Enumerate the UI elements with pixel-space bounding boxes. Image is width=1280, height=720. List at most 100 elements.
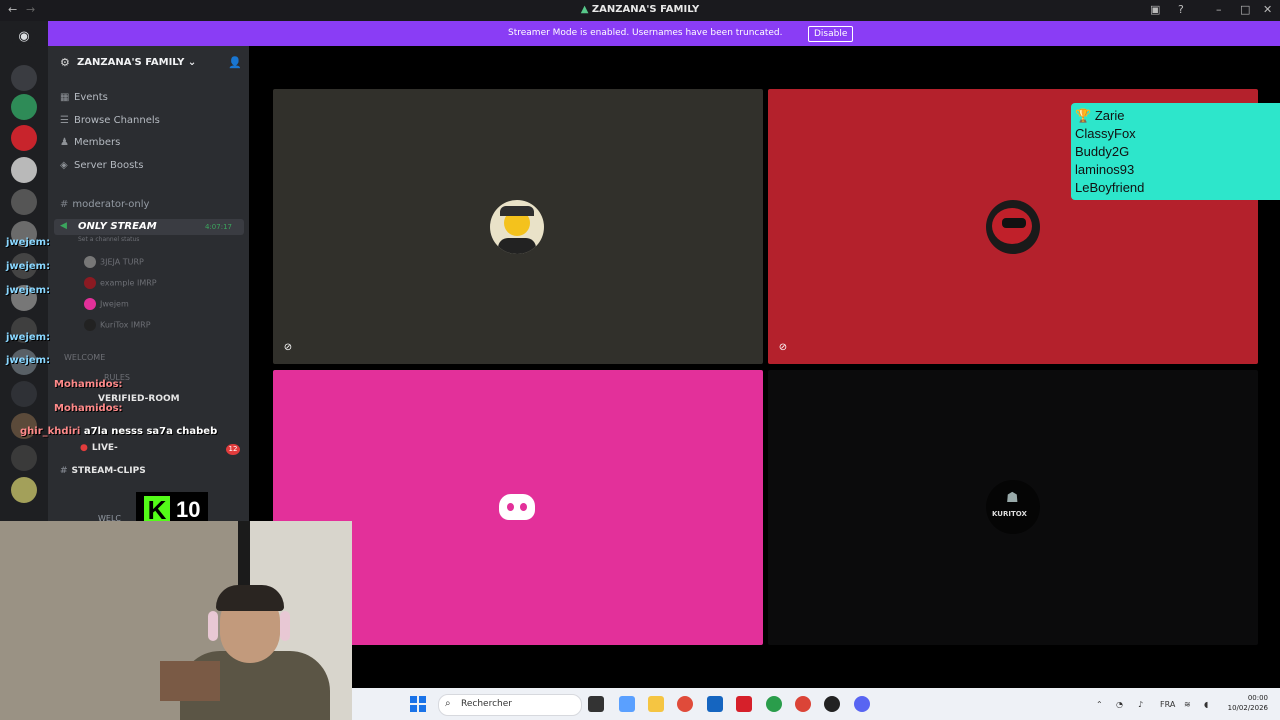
search-placeholder: Rechercher xyxy=(461,699,512,709)
close-window-icon[interactable]: ✕ xyxy=(1263,3,1272,16)
windows-start-icon[interactable] xyxy=(410,696,426,712)
maximize-icon[interactable]: □ xyxy=(1240,3,1250,16)
server-icon-13[interactable] xyxy=(11,445,37,471)
voice-channel-stream[interactable]: ◀ ONLY STREAM 4:07:17 xyxy=(54,219,244,235)
discord-home-icon[interactable]: ◉ xyxy=(12,29,36,47)
live-dot-icon: ● xyxy=(80,443,88,453)
webcam-feed xyxy=(0,521,352,720)
obs-icon[interactable] xyxy=(824,696,840,712)
voice-user[interactable]: example IMRP xyxy=(84,277,157,289)
avatar xyxy=(490,200,544,254)
chrome-profile-icon[interactable] xyxy=(766,696,782,712)
channel-live[interactable]: ● LIVE- xyxy=(80,443,118,453)
channel-label: moderator-only xyxy=(72,199,150,210)
chat-author: ghir_khdiri xyxy=(20,426,81,437)
chat-message: ghir_khdiri a7la nesss sa7a chabeb xyxy=(20,426,217,437)
category-label: WELCOME xyxy=(64,353,106,362)
chat-text: a7la nesss sa7a chabeb xyxy=(83,426,218,437)
taskbar-search[interactable]: ⌕ Rechercher xyxy=(438,694,582,716)
channel-status[interactable]: Set a channel status xyxy=(78,236,139,243)
deafened-icon: ⊘ xyxy=(778,342,788,353)
voice-user-tag: IMRP xyxy=(130,320,151,330)
chrome-alt-icon[interactable] xyxy=(795,696,811,712)
wps-icon[interactable] xyxy=(736,696,752,712)
video-tile-user-1[interactable]: ⊘ xyxy=(273,89,763,364)
microphone-icon[interactable]: ♪ xyxy=(1138,700,1143,709)
server-icon-2[interactable] xyxy=(11,94,37,120)
voice-user[interactable]: KuriTox IMRP xyxy=(84,319,151,331)
clock-time: 00:00 xyxy=(1247,694,1268,702)
viewer-count: 10 xyxy=(176,497,201,522)
minimize-icon[interactable]: – xyxy=(1216,3,1222,16)
wifi-icon[interactable]: ≋ xyxy=(1184,700,1191,709)
chat-author: jwejem: xyxy=(6,285,51,296)
chat-author: jwejem: xyxy=(6,237,51,248)
leaderboard-name: Zarie xyxy=(1094,108,1125,123)
copilot-icon[interactable] xyxy=(619,696,635,712)
chat-author: jwejem: xyxy=(6,355,51,366)
tray-chevron-icon[interactable]: ⌃ xyxy=(1096,700,1103,709)
chat-message: Mohamidos: xyxy=(54,403,123,414)
nav-server-boosts[interactable]: ◈ Server Boosts xyxy=(60,160,143,171)
video-tile-user-4[interactable]: ☗ KURITOX xyxy=(768,370,1258,645)
channel-stream-clips[interactable]: # STREAM-CLIPS xyxy=(60,466,146,476)
chat-author: jwejem: xyxy=(6,261,51,272)
channel-panel: ⚙ ZANZANA'S FAMILY ⌄ 👤 ▦ Events ☰ Browse C… xyxy=(48,46,249,523)
voice-user-name: Jwejem xyxy=(100,299,129,309)
voice-user-tag: TURP xyxy=(122,257,144,267)
help-icon[interactable]: ? xyxy=(1178,3,1184,16)
category-welcome[interactable]: WELCOME xyxy=(64,353,105,362)
unread-badge: 12 xyxy=(226,444,240,455)
leaderboard-entry: LeBoyfriend xyxy=(1075,180,1145,195)
voice-user-name: 3JEJA xyxy=(100,257,121,267)
disable-streamer-mode-button[interactable]: Disable xyxy=(808,26,854,42)
discord-taskbar-icon[interactable] xyxy=(854,696,870,712)
chat-message: jwejem: xyxy=(6,237,50,248)
server-boost-icon: ⚙ xyxy=(60,56,70,69)
avatar: ☗ KURITOX xyxy=(986,480,1040,534)
voice-user[interactable]: Jwejem xyxy=(84,298,129,310)
channel-label: ONLY STREAM xyxy=(78,221,157,232)
nav-browse-channels[interactable]: ☰ Browse Channels xyxy=(60,115,160,126)
people-icon: ♟ xyxy=(60,137,69,148)
tile-label: KURITOX xyxy=(992,510,1027,518)
voice-speaker-icon: ◀ xyxy=(60,221,67,231)
voice-user-tag: IMRP xyxy=(136,278,157,288)
window-titlebar: ← → ▲ ZANZANA'S FAMILY ▣ ? – □ ✕ xyxy=(0,0,1280,21)
voice-user-name: example xyxy=(100,278,135,288)
server-icon-5[interactable] xyxy=(11,189,37,215)
server-icon-3[interactable] xyxy=(11,125,37,151)
network-icon[interactable]: ◔ xyxy=(1116,700,1123,709)
channel-label: LIVE- xyxy=(91,443,118,453)
channel-label: STREAM-CLIPS xyxy=(71,466,146,476)
task-view-icon[interactable] xyxy=(588,696,604,712)
avatar xyxy=(84,319,96,331)
nav-events[interactable]: ▦ Events xyxy=(60,92,108,103)
channel-moderator-only[interactable]: # moderator-only xyxy=(60,199,149,210)
clock[interactable]: 00:00 10/02/2026 xyxy=(1226,693,1268,713)
chat-message: Mohamidos: xyxy=(54,379,123,390)
server-icon-11[interactable] xyxy=(11,381,37,407)
window-title-text: ZANZANA'S FAMILY xyxy=(591,4,700,15)
chrome-icon[interactable] xyxy=(677,696,693,712)
kick-logo-icon: K xyxy=(144,496,170,524)
server-name[interactable]: ZANZANA'S FAMILY ⌄ xyxy=(77,57,196,68)
boost-icon: ◈ xyxy=(60,160,68,171)
volume-icon[interactable]: ◖ xyxy=(1204,700,1208,709)
server-icon-4[interactable] xyxy=(11,157,37,183)
server-icon-14[interactable] xyxy=(11,477,37,503)
invite-people-icon[interactable]: 👤 xyxy=(228,56,242,69)
server-icon-1[interactable] xyxy=(11,65,37,91)
store-icon[interactable] xyxy=(707,696,723,712)
trophy-icon: 🏆 xyxy=(1075,108,1092,123)
language-indicator[interactable]: FRA xyxy=(1160,700,1175,709)
chat-author: Mohamidos: xyxy=(54,403,123,414)
clock-date: 10/02/2026 xyxy=(1227,704,1268,712)
search-icon: ⌕ xyxy=(445,698,451,709)
streamer-mode-banner: Streamer Mode is enabled. Usernames have… xyxy=(48,21,1280,46)
nav-members[interactable]: ♟ Members xyxy=(60,137,120,148)
file-explorer-icon[interactable] xyxy=(648,696,664,712)
nav-label: Events xyxy=(74,92,108,103)
inbox-icon[interactable]: ▣ xyxy=(1150,3,1160,16)
voice-user[interactable]: 3JEJA TURP xyxy=(84,256,144,268)
